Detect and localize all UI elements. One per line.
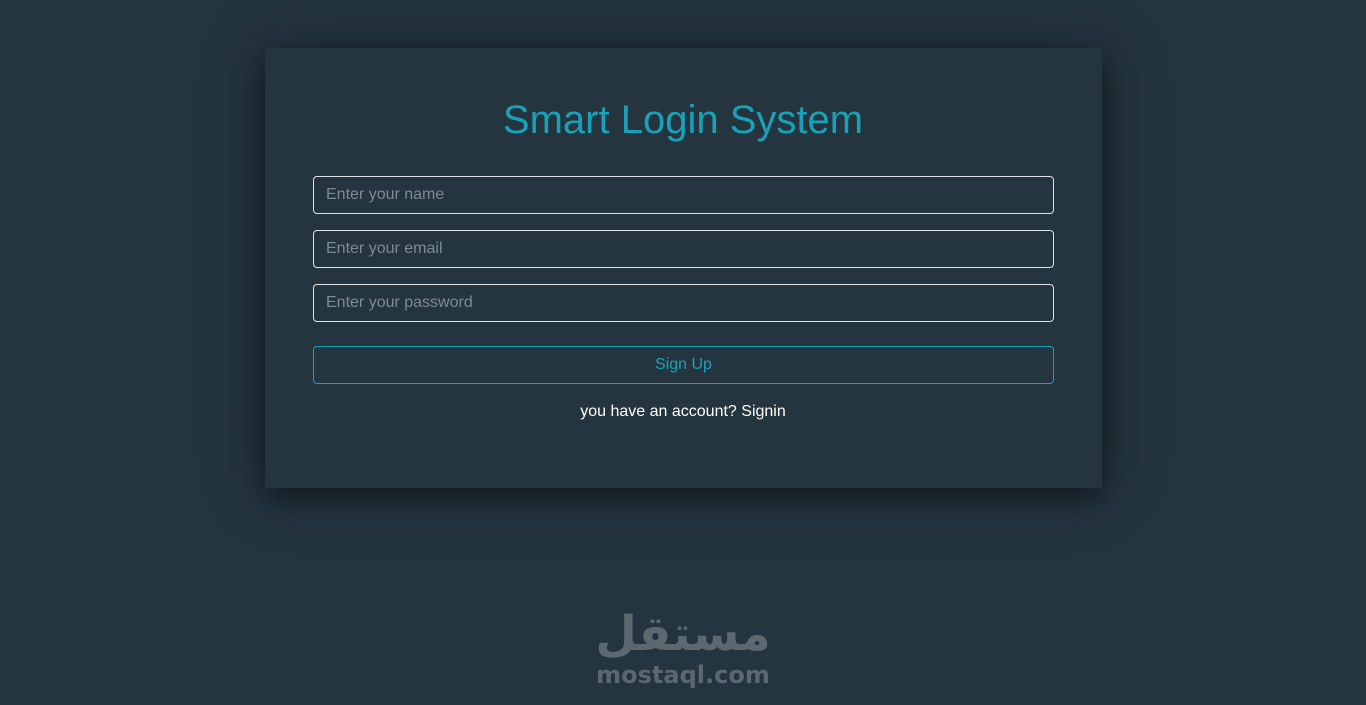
password-input[interactable] bbox=[313, 284, 1054, 322]
watermark-arabic: مستقل bbox=[595, 606, 771, 662]
signup-button[interactable]: Sign Up bbox=[313, 346, 1054, 384]
signin-link[interactable]: Signin bbox=[741, 403, 785, 420]
page-title: Smart Login System bbox=[502, 98, 864, 142]
name-input[interactable] bbox=[313, 176, 1054, 214]
watermark-logo: مستقل mostaql.com bbox=[0, 606, 1366, 688]
signin-prompt: you have an account? Signin bbox=[0, 402, 1366, 422]
watermark-latin: mostaql.com bbox=[596, 661, 770, 689]
email-input[interactable] bbox=[313, 230, 1054, 268]
signin-prompt-text: you have an account? bbox=[580, 403, 742, 420]
